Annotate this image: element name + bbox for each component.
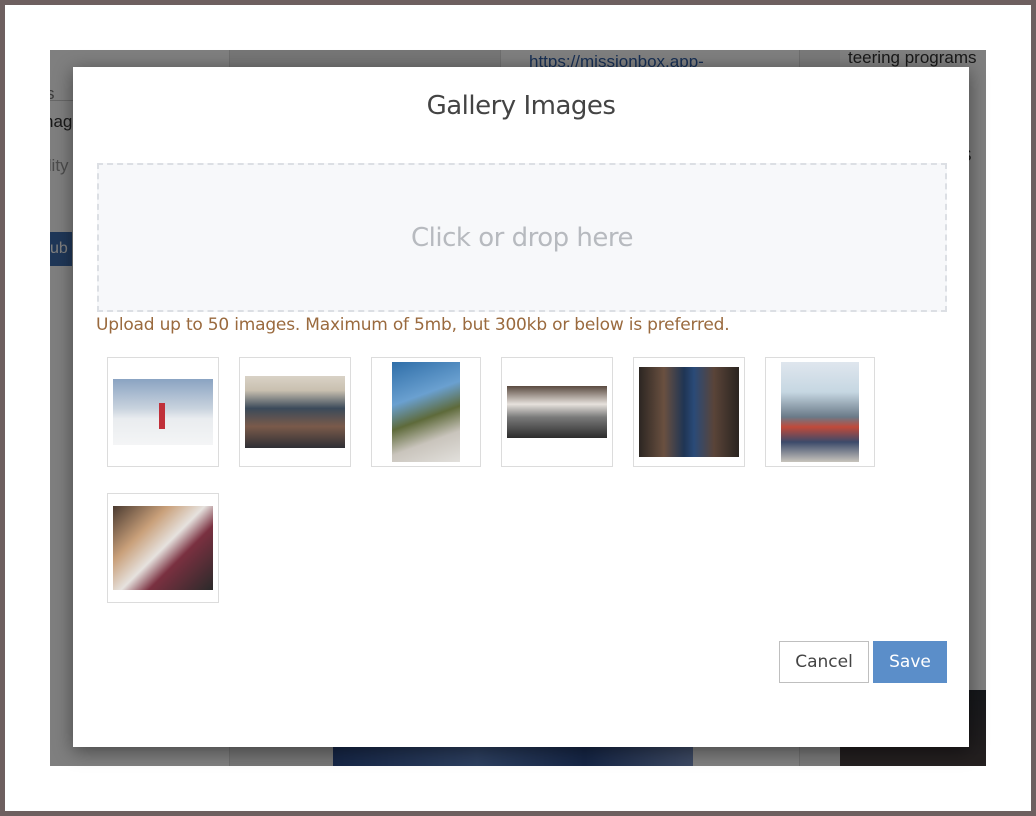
- gallery-image-5: [639, 367, 739, 457]
- gallery-images-modal: Gallery Images Click or drop here Upload…: [73, 67, 969, 747]
- gallery-thumbnail[interactable]: [239, 357, 351, 467]
- save-button[interactable]: Save: [873, 641, 947, 683]
- gallery-thumbnail[interactable]: [633, 357, 745, 467]
- gallery-thumbnail[interactable]: [371, 357, 481, 467]
- modal-title: Gallery Images: [426, 91, 616, 121]
- dropzone-label: Click or drop here: [411, 222, 633, 253]
- gallery-image-7: [113, 506, 213, 590]
- gallery-image-1: [113, 379, 213, 445]
- gallery-thumbnail[interactable]: [765, 357, 875, 467]
- gallery-thumbnail[interactable]: [107, 493, 219, 603]
- upload-dropzone[interactable]: Click or drop here: [97, 163, 947, 312]
- gallery-image-4: [507, 386, 607, 438]
- gallery-thumbnail[interactable]: [501, 357, 613, 467]
- cancel-button[interactable]: Cancel: [779, 641, 869, 683]
- gallery-thumbnail[interactable]: [107, 357, 219, 467]
- gallery-image-2: [245, 376, 345, 448]
- gallery-image-6: [781, 362, 859, 462]
- upload-hint: Upload up to 50 images. Maximum of 5mb, …: [96, 315, 730, 335]
- gallery-image-3: [392, 362, 460, 462]
